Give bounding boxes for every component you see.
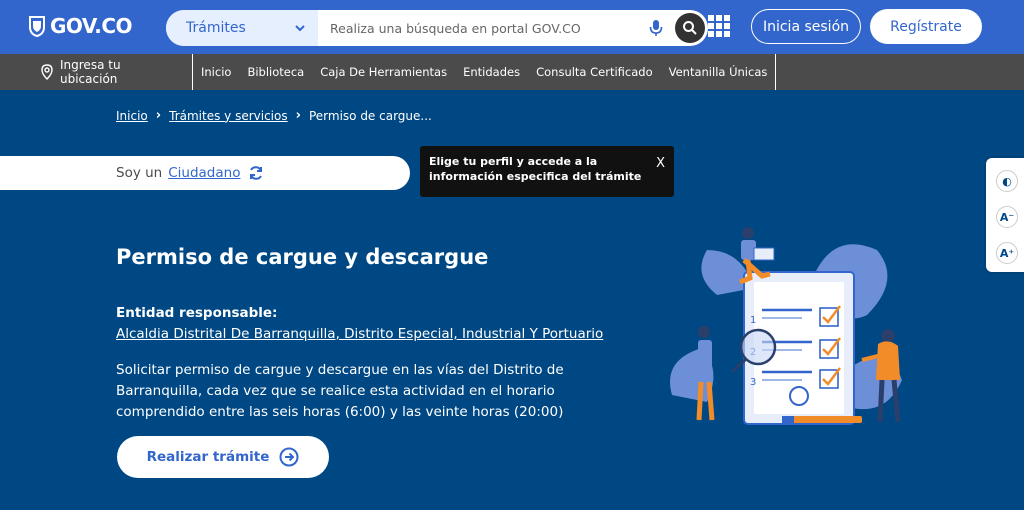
list-number-1: 1 — [750, 315, 756, 326]
list-number-3: 3 — [750, 377, 756, 388]
start-procedure-button[interactable]: Realizar trámite — [117, 436, 329, 478]
search-input[interactable] — [318, 11, 647, 45]
profile-role-link[interactable]: Ciudadano — [168, 165, 240, 181]
nav-item-biblioteca[interactable]: Biblioteca — [239, 54, 312, 90]
gov-co-logo[interactable]: GOV.CO — [28, 14, 133, 38]
microphone-icon[interactable] — [647, 17, 665, 39]
search-bar: Trámites — [166, 10, 708, 46]
location-selector[interactable]: Ingresa tu ubicación — [40, 58, 121, 86]
tooltip-text: Elige tu perfil y accede a la informació… — [429, 155, 642, 183]
location-line1: Ingresa tu — [60, 58, 121, 72]
entity-link[interactable]: Alcaldia Distrital De Barranquilla, Dist… — [116, 326, 603, 342]
arrow-right-circle-icon — [279, 447, 299, 467]
page-title: Permiso de cargue y descargue — [116, 245, 489, 269]
secondary-nav: Ingresa tu ubicación Inicio Biblioteca C… — [0, 54, 1024, 90]
nav-item-ventanilla-unicas[interactable]: Ventanilla Únicas — [661, 54, 777, 90]
nav-item-consulta-certificado[interactable]: Consulta Certificado — [528, 54, 661, 90]
chevron-down-icon — [295, 25, 305, 32]
breadcrumb-link-inicio[interactable]: Inicio — [116, 109, 148, 123]
breadcrumb-link-tramites[interactable]: Trámites y servicios — [169, 109, 287, 123]
nav-item-caja-herramientas[interactable]: Caja De Herramientas — [312, 54, 455, 90]
logo-text: GOV.CO — [50, 14, 133, 38]
login-button[interactable]: Inicia sesión — [751, 9, 861, 44]
location-line2: ubicación — [60, 72, 118, 86]
nav-item-entidades[interactable]: Entidades — [455, 54, 528, 90]
contrast-icon[interactable]: ◐ — [996, 170, 1018, 192]
search-button[interactable] — [675, 13, 705, 43]
increase-font-icon[interactable]: A⁺ — [996, 242, 1018, 264]
nav-links: Inicio Biblioteca Caja De Herramientas E… — [192, 54, 777, 90]
search-category-label: Trámites — [186, 20, 246, 36]
breadcrumb-current: Permiso de cargue... — [308, 108, 432, 123]
decrease-font-icon[interactable]: A⁻ — [996, 206, 1018, 228]
location-pin-icon — [41, 64, 53, 80]
checklist-illustration: 1 2 3 — [670, 227, 902, 425]
chevron-right-icon: › — [155, 108, 162, 123]
search-icon — [683, 21, 697, 35]
apps-grid-icon[interactable] — [708, 15, 730, 37]
nav-item-inicio[interactable]: Inicio — [193, 54, 239, 90]
profile-selector: Soy un Ciudadano — [0, 156, 410, 190]
profile-prefix: Soy un — [116, 165, 163, 181]
colombia-shield-icon — [29, 16, 45, 37]
chevron-right-icon: › — [295, 108, 301, 123]
refresh-icon[interactable] — [248, 165, 264, 181]
breadcrumb: Inicio › Trámites y servicios › Permiso … — [116, 108, 432, 123]
profile-tooltip: Elige tu perfil y accede a la informació… — [420, 146, 674, 197]
entity-label: Entidad responsable: — [116, 305, 278, 321]
procedure-description: Solicitar permiso de cargue y descargue … — [116, 362, 564, 420]
search-category-select[interactable]: Trámites — [166, 10, 318, 46]
top-bar: GOV.CO Trámites Inicia sesión Regístrate — [0, 0, 1024, 54]
accessibility-toolbar: ◐ A⁻ A⁺ — [986, 158, 1024, 272]
start-procedure-label: Realizar trámite — [146, 449, 270, 465]
register-button[interactable]: Regístrate — [870, 9, 982, 44]
tooltip-close-button[interactable]: X — [656, 156, 665, 171]
